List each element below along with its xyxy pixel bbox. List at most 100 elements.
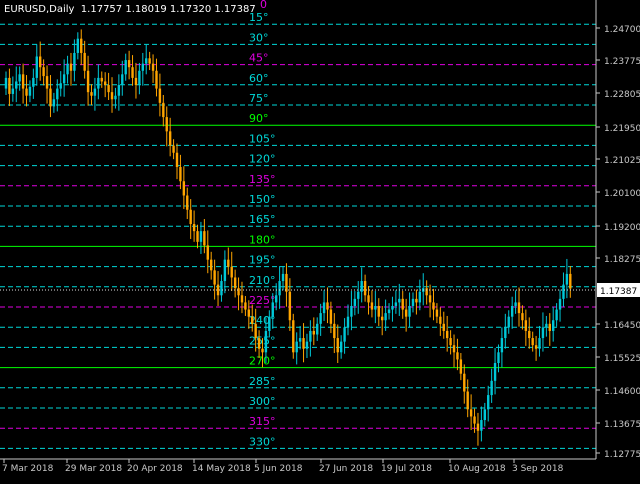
candle-body xyxy=(483,409,486,421)
price-tick-label: 1.13675 xyxy=(604,420,640,430)
price-tick-label: 1.20100 xyxy=(604,189,640,199)
price-tick-label: 1.15525 xyxy=(604,354,640,364)
candle-body xyxy=(534,345,538,349)
candle-body xyxy=(230,266,233,278)
gann-level-label: 225° xyxy=(249,294,276,307)
candle-body xyxy=(329,309,333,324)
candle-body xyxy=(469,409,473,417)
candle-body xyxy=(216,284,220,296)
candle-body xyxy=(220,281,223,296)
candle-body xyxy=(196,231,199,242)
gann-level-label: 315° xyxy=(249,415,276,428)
candle-body xyxy=(56,88,59,100)
candle-body xyxy=(524,320,528,331)
candle-body xyxy=(487,395,490,410)
candle-body xyxy=(384,313,387,321)
candle-body xyxy=(350,305,353,317)
gann-level-label: 135° xyxy=(249,173,276,186)
time-tick-label: 20 Apr 2018 xyxy=(127,464,183,474)
gann-level-label: 105° xyxy=(249,132,276,145)
candle-body xyxy=(449,338,452,346)
candle-body xyxy=(148,58,151,64)
candle-body xyxy=(73,52,76,71)
gann-level-label: 165° xyxy=(249,213,276,226)
candle-body xyxy=(4,77,8,89)
candle-body xyxy=(305,341,309,349)
chart-title: EURUSD,Daily 1.17757 1.18019 1.17320 1.1… xyxy=(4,4,256,15)
candle-body xyxy=(274,295,278,303)
candle-body xyxy=(168,131,172,146)
candle-body xyxy=(309,330,312,342)
candle-body xyxy=(288,291,292,321)
price-tick-label: 1.12775 xyxy=(604,450,640,460)
candle-body xyxy=(339,341,343,353)
candle-body xyxy=(381,316,384,321)
candle-body xyxy=(134,77,138,86)
price-chart[interactable]: 1.24700 1.23775 1.22805 1.21950 1.21025 1.201… xyxy=(0,0,640,480)
candle-body xyxy=(35,56,38,78)
candle-body xyxy=(199,231,203,242)
candle-body xyxy=(552,320,555,331)
chart-canvas[interactable]: 1.24700 1.23775 1.22805 1.21950 1.21025 1.201… xyxy=(0,0,640,480)
price-tick-label: 1.24700 xyxy=(604,25,640,35)
candle-body xyxy=(186,195,189,210)
candle-body xyxy=(223,259,227,282)
candle-body xyxy=(281,273,285,282)
gann-level-label: 120° xyxy=(249,153,276,166)
candle-body xyxy=(244,302,247,310)
candle-body xyxy=(141,63,144,71)
candle-body xyxy=(32,77,35,87)
candle-body xyxy=(155,70,158,89)
symbol-label: EURUSD,Daily xyxy=(4,4,75,15)
time-tick-label: 7 Mar 2018 xyxy=(2,464,54,474)
candle-body xyxy=(476,423,480,431)
candle-body xyxy=(538,338,541,349)
candle-body xyxy=(459,359,463,374)
candle-body xyxy=(521,313,524,321)
candle-body xyxy=(562,284,565,299)
candle-body xyxy=(206,245,209,260)
time-tick-label: 3 Sep 2018 xyxy=(512,464,564,474)
candle-body xyxy=(278,281,281,296)
candle-body xyxy=(254,323,257,339)
gann-level-label: 195° xyxy=(249,254,276,267)
candle-body xyxy=(66,63,69,75)
candle-body xyxy=(117,85,121,96)
candle-body xyxy=(285,273,288,292)
candle-body xyxy=(415,298,418,303)
candle-body xyxy=(322,302,326,314)
candle-body xyxy=(398,298,401,303)
candle-body xyxy=(59,83,62,89)
gann-level-label: 0 xyxy=(260,0,267,11)
time-tick-label: 14 May 2018 xyxy=(192,464,251,474)
candle-body xyxy=(158,88,162,103)
candle-body xyxy=(555,309,558,321)
candle-body xyxy=(401,298,404,310)
candle-body xyxy=(257,338,261,349)
candle-body xyxy=(264,330,268,353)
time-tick-label: 19 Jul 2018 xyxy=(381,464,432,474)
candle-body xyxy=(558,298,562,310)
price-tick-label: 1.23775 xyxy=(604,57,640,67)
price-tick-label: 1.18275 xyxy=(604,255,640,265)
candle-body xyxy=(377,305,380,317)
candle-body xyxy=(103,81,107,86)
candle-body xyxy=(545,323,548,328)
candle-body xyxy=(336,338,339,353)
candle-body xyxy=(21,74,25,89)
candle-body xyxy=(428,295,432,303)
candle-body xyxy=(394,302,398,306)
candle-body xyxy=(326,302,329,310)
gann-level-label: 45° xyxy=(249,52,269,65)
candle-body xyxy=(292,320,295,353)
candle-body xyxy=(298,338,302,342)
candle-body xyxy=(411,298,415,306)
candle-body xyxy=(528,330,531,339)
price-tick-label: 1.21025 xyxy=(604,156,640,166)
candle-body xyxy=(203,231,206,246)
candle-body xyxy=(493,363,497,381)
candle-body xyxy=(179,166,182,182)
candle-body xyxy=(189,209,192,225)
price-tick-label: 1.21950 xyxy=(604,124,640,134)
candle-body xyxy=(473,416,476,424)
